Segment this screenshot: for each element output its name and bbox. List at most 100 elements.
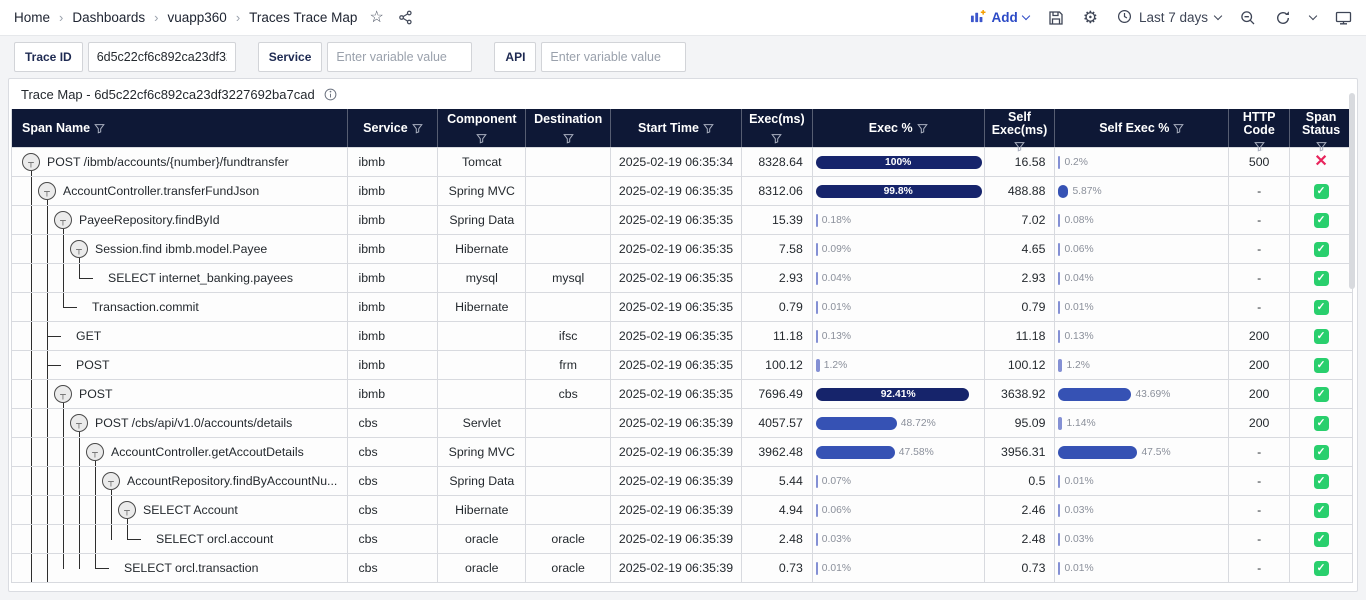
service-input[interactable]: [327, 42, 472, 72]
tree-toggle-icon[interactable]: ┬: [118, 501, 136, 519]
component-cell: Tomcat: [438, 148, 526, 176]
breadcrumb-separator: ›: [59, 10, 63, 25]
filter-icon[interactable]: [771, 133, 782, 144]
start-time-cell: 2025-02-19 06:35:39: [611, 438, 742, 466]
tree-toggle-icon[interactable]: ┬: [54, 385, 72, 403]
percent-bar: [1058, 388, 1131, 401]
breadcrumb-dashboards[interactable]: Dashboards: [72, 10, 145, 25]
tree-toggle-icon[interactable]: ┬: [22, 153, 40, 171]
tree-connector-line: [31, 171, 32, 176]
tree-toggle-icon[interactable]: ┬: [86, 443, 104, 461]
dashboard-settings-gear-icon[interactable]: ⚙: [1083, 8, 1098, 28]
column-header-service: Service: [348, 109, 438, 147]
filter-icon[interactable]: [563, 133, 574, 144]
tree-toggle-icon[interactable]: ┬: [70, 240, 88, 258]
span-name-cell: ┬AccountRepository.findByAccountNu...: [12, 467, 348, 495]
span-name-cell: ┬AccountController.getAccoutDetails: [12, 438, 348, 466]
percent-bar: [1058, 330, 1060, 343]
bar-label: 0.01%: [1064, 302, 1093, 313]
component-cell: [438, 351, 526, 379]
trace-span-row[interactable]: SELECT orcl.accountcbsoracleoracle2025-0…: [12, 524, 1352, 553]
percent-bar: [1058, 156, 1060, 169]
bar-label: 0.01%: [1064, 476, 1093, 487]
trace-span-row[interactable]: SELECT orcl.transactioncbsoracleoracle20…: [12, 553, 1352, 582]
component-cell: [438, 380, 526, 408]
span-status-cell: ✓: [1290, 467, 1352, 495]
tree-toggle-icon[interactable]: ┬: [70, 414, 88, 432]
trace-map-panel: Trace Map - 6d5c22cf6c892ca23df3227692ba…: [8, 78, 1358, 592]
tree-connector-line: [63, 293, 64, 308]
trace-span-row[interactable]: ┬AccountRepository.findByAccountNu...cbs…: [12, 466, 1352, 495]
span-name-cell: Transaction.commit: [12, 293, 348, 321]
trace-span-row[interactable]: POSTibmbfrm2025-02-19 06:35:35100.121.2%…: [12, 350, 1352, 379]
tree-connector-line: [31, 293, 32, 321]
share-icon[interactable]: [398, 10, 413, 25]
exec-pct-cell: 0.01%: [813, 554, 985, 582]
api-input[interactable]: [541, 42, 686, 72]
panel-scrollbar[interactable]: [1349, 93, 1355, 289]
column-header-label: Span Name: [22, 122, 90, 135]
trace-span-row[interactable]: ┬Session.find ibmb.model.PayeeibmbHibern…: [12, 234, 1352, 263]
start-time-cell: 2025-02-19 06:35:34: [611, 148, 742, 176]
panel-title: Trace Map - 6d5c22cf6c892ca23df3227692ba…: [21, 87, 315, 102]
trace-span-row[interactable]: ┬AccountController.transferFundJsonibmbS…: [12, 176, 1352, 205]
breadcrumb-home[interactable]: Home: [14, 10, 50, 25]
bar-label: 99.8%: [816, 186, 981, 197]
tree-toggle-icon[interactable]: ┬: [102, 472, 120, 490]
trace-span-row[interactable]: ┬SELECT AccountcbsHibernate2025-02-19 06…: [12, 495, 1352, 524]
filter-icon[interactable]: [476, 133, 487, 144]
refresh-interval-chevron-icon[interactable]: [1309, 12, 1317, 20]
filter-icon[interactable]: [412, 123, 423, 134]
tree-connector-line: [79, 525, 80, 553]
tree-connector-line: [79, 258, 80, 263]
status-ok-icon: ✓: [1314, 184, 1329, 199]
breadcrumb-dashboard-name[interactable]: vuapp360: [168, 10, 227, 25]
tree-connector-line: [63, 403, 64, 408]
self-exec-pct-cell: 0.06%: [1055, 235, 1229, 263]
table-header-row: Span NameServiceComponentDestinationStar…: [12, 109, 1352, 147]
bar-label: 0.01%: [822, 563, 851, 574]
tree-connector-line: [47, 467, 48, 495]
trace-span-row[interactable]: ┬PayeeRepository.findByIdibmbSpring Data…: [12, 205, 1352, 234]
zoom-out-icon[interactable]: [1240, 10, 1256, 26]
favorite-star-icon[interactable]: ☆: [369, 10, 383, 26]
filter-icon[interactable]: [1173, 123, 1184, 134]
filter-icon[interactable]: [94, 123, 105, 134]
tree-connector-line: [63, 229, 64, 234]
tree-connector-line: [31, 206, 32, 234]
trace-span-row[interactable]: GETibmbifsc2025-02-19 06:35:3511.180.13%…: [12, 321, 1352, 350]
filter-icon[interactable]: [917, 123, 928, 134]
trace-span-row[interactable]: Transaction.commitibmbHibernate2025-02-1…: [12, 292, 1352, 321]
trace-span-row[interactable]: ┬POSTibmbcbs2025-02-19 06:35:357696.4992…: [12, 379, 1352, 408]
span-status-cell: ✓: [1290, 409, 1352, 437]
component-cell: oracle: [438, 554, 526, 582]
component-cell: oracle: [438, 525, 526, 553]
tree-connector-line: [63, 467, 64, 495]
start-time-cell: 2025-02-19 06:35:35: [611, 351, 742, 379]
breadcrumb-current-page[interactable]: Traces Trace Map: [249, 10, 357, 25]
trace-span-row[interactable]: ┬AccountController.getAccoutDetailscbsSp…: [12, 437, 1352, 466]
trace-span-row[interactable]: ┬POST /cbs/api/v1.0/accounts/detailscbsS…: [12, 408, 1352, 437]
filter-icon[interactable]: [703, 123, 714, 134]
tree-toggle-icon[interactable]: ┬: [54, 211, 72, 229]
http-code-cell: -: [1229, 293, 1290, 321]
span-name-label: SELECT orcl.account: [156, 525, 273, 553]
time-range-picker[interactable]: Last 7 days: [1117, 9, 1221, 27]
tv-mode-icon[interactable]: [1335, 10, 1352, 26]
refresh-icon[interactable]: [1275, 10, 1291, 26]
trace-id-input[interactable]: [88, 42, 236, 72]
trace-span-row[interactable]: SELECT internet_banking.payeesibmbmysqlm…: [12, 263, 1352, 292]
add-panel-button[interactable]: Add: [970, 9, 1028, 27]
save-dashboard-icon[interactable]: [1048, 10, 1064, 26]
exec-pct-cell: 47.58%: [813, 438, 985, 466]
status-ok-icon: ✓: [1314, 329, 1329, 344]
percent-bar: [816, 417, 897, 430]
info-icon[interactable]: [324, 88, 337, 101]
tree-connector-line: [63, 438, 64, 466]
percent-bar: [1058, 359, 1062, 372]
service-cell: ibmb: [348, 322, 438, 350]
trace-span-row[interactable]: ┬POST /ibmb/accounts/{number}/fundtransf…: [12, 147, 1352, 176]
tree-toggle-icon[interactable]: ┬: [38, 182, 56, 200]
start-time-cell: 2025-02-19 06:35:39: [611, 467, 742, 495]
percent-bar: [816, 504, 818, 517]
